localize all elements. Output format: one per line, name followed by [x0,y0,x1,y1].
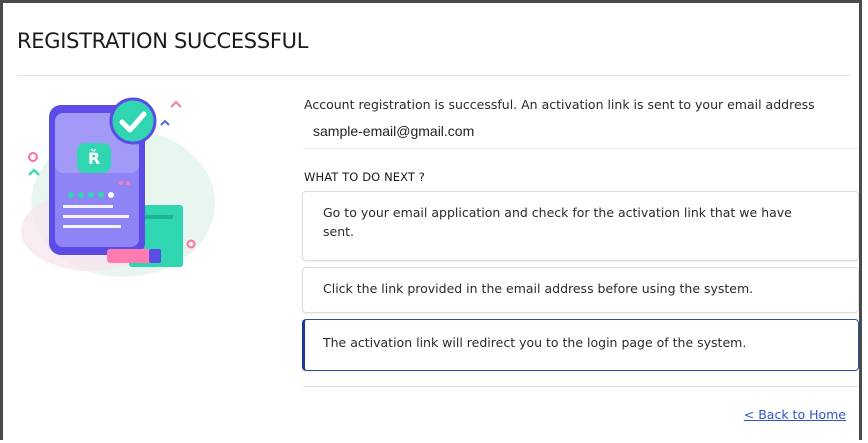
decor-circle [28,152,38,162]
check-badge-icon [109,97,157,145]
success-message: Account registration is successful. An a… [304,97,815,112]
title-divider [17,75,851,76]
step-card: Click the link provided in the email add… [302,267,859,313]
illustration-svg: Ř [21,97,215,277]
bottom-divider [303,386,859,387]
email-address: sample-email@gmail.com [313,123,475,139]
decor-chevron [170,100,182,108]
step-text: Go to your email application and check f… [323,205,792,239]
step-card-active: The activation link will redirect you to… [302,319,859,371]
step-text: Click the link provided in the email add… [323,281,754,296]
back-to-home-link[interactable]: < Back to Home [744,407,846,422]
svg-text:Ř: Ř [88,149,100,168]
step-text: The activation link will redirect you to… [323,335,747,350]
decor-chevron [160,119,170,126]
email-row: sample-email@gmail.com [303,113,859,149]
next-steps-heading: WHAT TO DO NEXT ? [304,170,425,184]
step-card: Go to your email application and check f… [302,191,859,261]
phone-verification-illustration-icon: Ř [11,91,221,281]
decor-chevron [28,168,40,176]
registration-panel: REGISTRATION SUCCESSFUL Ř Account regist… [0,0,862,440]
page-title: REGISTRATION SUCCESSFUL [17,29,309,53]
